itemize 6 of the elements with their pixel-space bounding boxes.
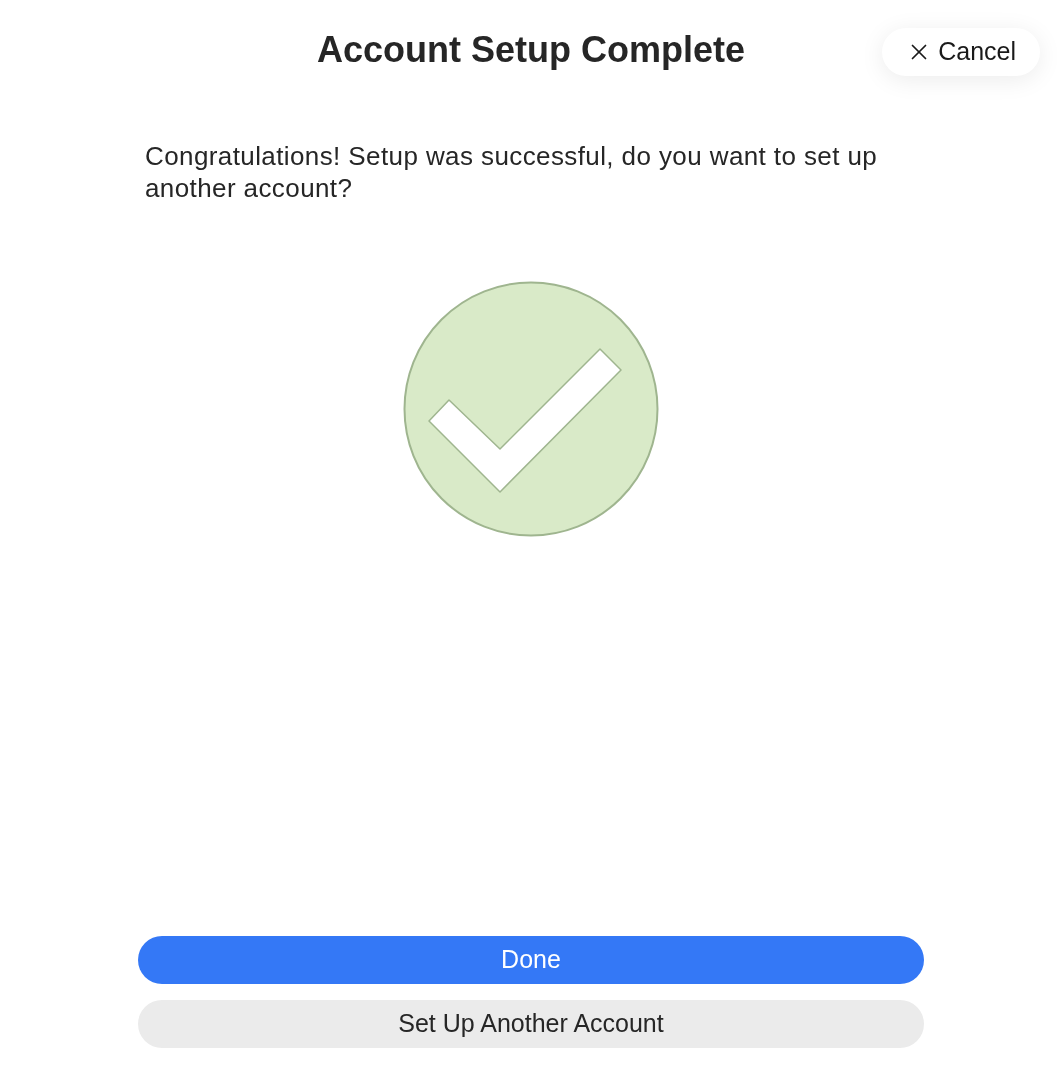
cancel-button[interactable]: Cancel (882, 28, 1040, 76)
dialog-title: Account Setup Complete (317, 28, 745, 72)
set-up-another-account-button[interactable]: Set Up Another Account (138, 1000, 924, 1048)
checkmark-circle-icon (403, 281, 659, 537)
done-button[interactable]: Done (138, 936, 924, 984)
success-message: Congratulations! Setup was successful, do you want to set up another account? (145, 140, 879, 204)
